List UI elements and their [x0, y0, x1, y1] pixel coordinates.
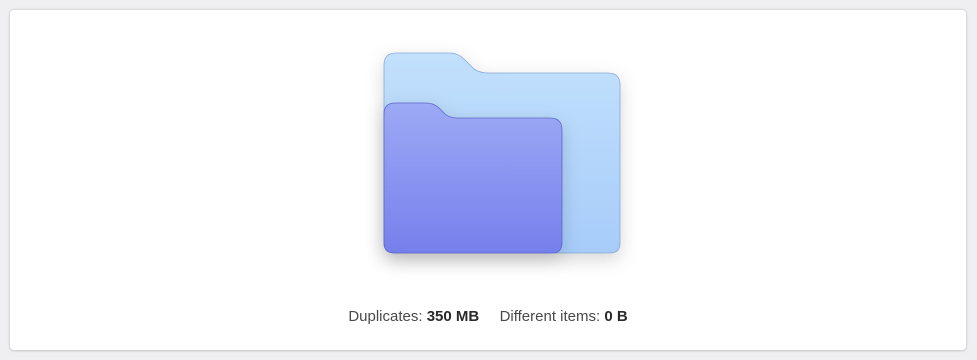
different-items-label: Different items: [499, 308, 601, 325]
front-folder-icon [383, 102, 563, 254]
comparison-summary: Duplicates: 350 MB Different items: 0 B [10, 308, 966, 325]
comparison-result-panel: Duplicates: 350 MB Different items: 0 B [10, 10, 966, 350]
folder-pair-icon [383, 52, 621, 254]
duplicates-label: Duplicates: [348, 308, 423, 325]
different-items-size: 0 B [604, 308, 628, 325]
duplicates-size: 350 MB [426, 308, 480, 325]
folders-illustration [362, 50, 622, 280]
